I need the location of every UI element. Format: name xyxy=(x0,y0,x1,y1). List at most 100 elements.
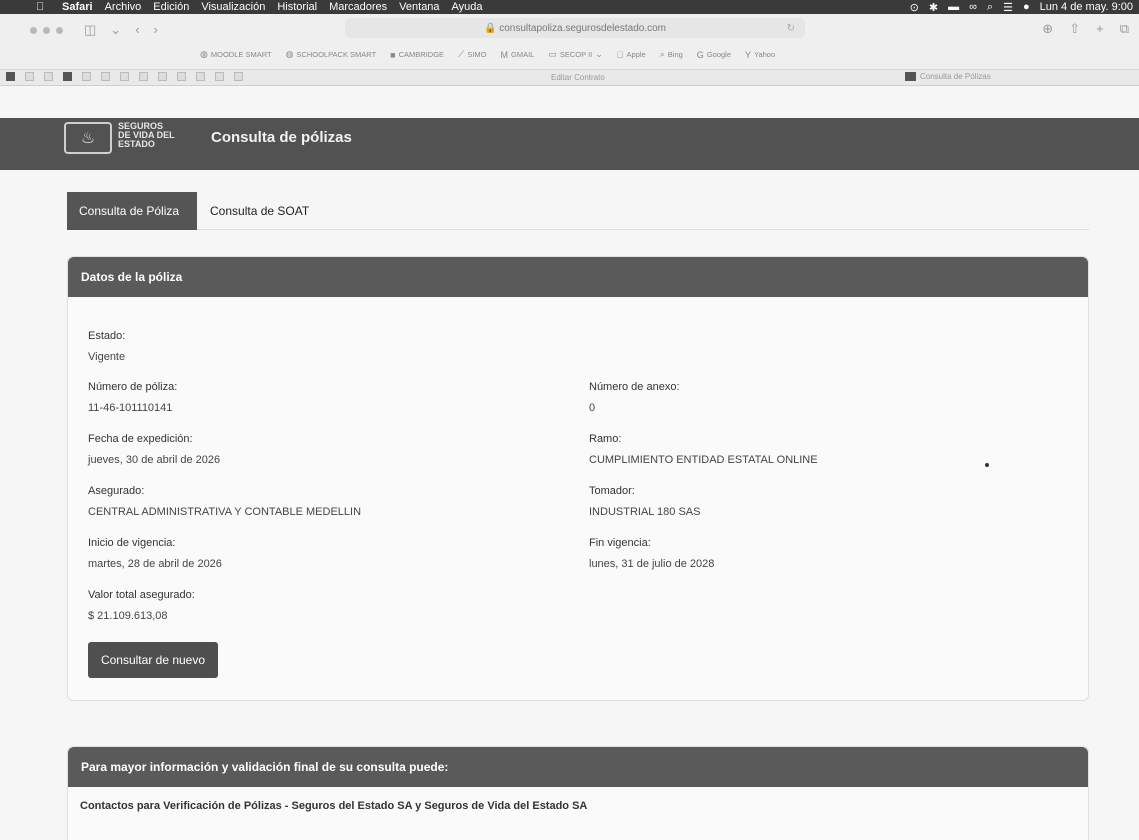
tab-editar-contrato[interactable]: Editar Contrato xyxy=(551,73,605,82)
share-icon[interactable]: ⇧ xyxy=(1069,21,1080,37)
new-tab-icon[interactable]: + xyxy=(1096,21,1104,37)
menu-ayuda[interactable]: Ayuda xyxy=(452,1,483,13)
bookmark-apple[interactable]: Apple xyxy=(617,49,646,60)
battery-icon[interactable]: ▬ xyxy=(948,1,959,13)
tomador-value: INDUSTRIAL 180 SAS xyxy=(589,506,701,518)
info-panel-header: Para mayor información y validación fina… xyxy=(68,747,1088,787)
policy-panel-header: Datos de la póliza xyxy=(68,257,1088,297)
bookmark-google[interactable]: G Google xyxy=(697,49,731,60)
google-icon: G xyxy=(690,49,704,60)
field-tomador: Tomador: INDUSTRIAL 180 SAS xyxy=(589,485,701,518)
apple-icon[interactable]:  xyxy=(36,1,50,13)
download-icon[interactable]: ⊕ xyxy=(1042,21,1053,37)
field-valor-asegurado: Valor total asegurado: $ 21.109.613,08 xyxy=(88,589,195,622)
pinned-tab[interactable] xyxy=(63,72,72,81)
chevron-down-icon: ⌄ xyxy=(595,49,603,59)
tab-overview-icon[interactable]: ⧉ xyxy=(1120,21,1129,37)
bookmark-cambridge[interactable]: ■ CAMBRIDGE xyxy=(390,49,444,60)
browser-toolbar: ◫ ⌄ ‹ › 🔒 consultapoliza.segurosdelestad… xyxy=(0,14,1139,70)
bookmark-moodle[interactable]: ◍ MOODLE SMART xyxy=(200,49,272,60)
field-asegurado: Asegurado: CENTRAL ADMINISTRATIVA Y CONT… xyxy=(88,485,362,518)
policy-details-panel: Datos de la póliza Estado: Vigente Númer… xyxy=(67,256,1089,701)
bookmark-secop[interactable]: ▭ SECOP II ⌄ xyxy=(548,49,602,60)
window-controls xyxy=(30,27,63,34)
tab-consulta-soat[interactable]: Consulta de SOAT xyxy=(198,192,324,230)
menubar-status-area: ⊙ ✱ ▬ ∞ ⌕ ☰ ● Lun 4 de may. 9:00 xyxy=(910,0,1133,14)
inicio-vigencia-value: martes, 28 de abril de 2026 xyxy=(88,558,222,570)
menu-historial[interactable]: Historial xyxy=(277,1,317,13)
menu-marcadores[interactable]: Marcadores xyxy=(329,1,387,13)
pinned-tab[interactable] xyxy=(234,72,243,81)
pinned-tab[interactable] xyxy=(215,72,224,81)
pinned-tab[interactable] xyxy=(101,72,110,81)
simo-icon: ⟋ xyxy=(458,49,465,59)
field-numero-anexo: Número de anexo: 0 xyxy=(589,381,680,414)
control-center-icon[interactable]: ☰ xyxy=(1003,1,1013,14)
asegurado-value: CENTRAL ADMINISTRATIVA Y CONTABLE MEDELL… xyxy=(88,506,362,518)
link-icon[interactable]: ∞ xyxy=(969,1,977,13)
menu-edicion[interactable]: Edición xyxy=(153,1,189,13)
tab-strip: Editar Contrato Consulta de Pólizas xyxy=(0,70,1139,86)
bluetooth-icon[interactable]: ✱ xyxy=(929,1,938,14)
ramo-value: CUMPLIMIENTO ENTIDAD ESTATAL ONLINE xyxy=(589,454,818,466)
bookmark-gmail[interactable]: M GMAIL xyxy=(501,49,535,60)
pinned-tab[interactable] xyxy=(139,72,148,81)
menu-archivo[interactable]: Archivo xyxy=(105,1,142,13)
gmail-icon: M xyxy=(500,49,509,60)
menu-ventana[interactable]: Ventana xyxy=(399,1,439,13)
menubar-clock[interactable]: Lun 4 de may. 9:00 xyxy=(1040,1,1133,13)
bookmark-simo[interactable]: ⟋ SIMO xyxy=(458,49,486,60)
pinned-tab[interactable] xyxy=(25,72,34,81)
field-fecha-expedicion: Fecha de expedición: jueves, 30 de abril… xyxy=(88,433,221,466)
pinned-tab[interactable] xyxy=(196,72,205,81)
bookmark-yahoo[interactable]: Y Yahoo xyxy=(745,49,775,60)
sidebar-icon[interactable]: ◫ xyxy=(84,22,96,38)
fecha-expedicion-value: jueves, 30 de abril de 2026 xyxy=(88,454,221,466)
bookmark-schoolpack[interactable]: ◍ SCHOOLPACK SMART xyxy=(286,49,377,60)
pinned-tab[interactable] xyxy=(44,72,53,81)
field-ramo: Ramo: CUMPLIMIENTO ENTIDAD ESTATAL ONLIN… xyxy=(589,433,818,466)
pinned-tab[interactable] xyxy=(82,72,91,81)
address-url: consultapoliza.segurosdelestado.com xyxy=(499,22,666,34)
menu-visualizacion[interactable]: Visualización xyxy=(201,1,265,13)
zoom-window-button[interactable] xyxy=(56,27,63,34)
focus-icon[interactable]: ⊙ xyxy=(910,1,919,14)
reload-icon[interactable]: ↻ xyxy=(787,23,795,34)
contacts-heading: Contactos para Verificación de Pólizas -… xyxy=(80,800,588,812)
globe-icon: ◍ xyxy=(200,49,208,59)
cursor-dot xyxy=(985,463,989,467)
valor-asegurado-value: $ 21.109.613,08 xyxy=(88,610,168,622)
numero-poliza-value: 11-46-101110141 xyxy=(88,402,173,414)
search-icon: ⌕ xyxy=(660,49,665,60)
pinned-tab[interactable] xyxy=(177,72,186,81)
bookmarks-bar: ◍ MOODLE SMART ◍ SCHOOLPACK SMART ■ CAMBRID… xyxy=(200,49,775,60)
tab-consulta-poliza[interactable]: Consulta de Póliza xyxy=(67,192,197,230)
menu-app-safari[interactable]: Safari xyxy=(62,1,93,13)
pinned-tab[interactable] xyxy=(6,72,15,81)
bookmark-bing[interactable]: ⌕ Bing xyxy=(660,49,683,60)
field-fin-vigencia: Fin vigencia: lunes, 31 de julio de 2028 xyxy=(589,537,715,570)
address-bar[interactable]: 🔒 consultapoliza.segurosdelestado.com ↻ xyxy=(345,18,805,38)
yahoo-icon: Y xyxy=(745,50,751,60)
site-header: ♨ SEGUROS DE VIDA DEL ESTADO Consulta de… xyxy=(0,118,1139,170)
pinned-tab[interactable] xyxy=(158,72,167,81)
cambridge-icon: ■ xyxy=(390,49,396,60)
back-icon[interactable]: ‹ xyxy=(135,22,139,38)
field-numero-poliza: Número de póliza: 11-46-101110141 xyxy=(88,381,178,414)
numero-anexo-value: 0 xyxy=(589,402,596,414)
toolbar-right-icons: ⊕ ⇧ + ⧉ xyxy=(1042,21,1129,37)
chevron-down-icon[interactable]: ⌄ xyxy=(110,22,121,38)
consultar-de-nuevo-button[interactable]: Consultar de nuevo xyxy=(88,642,218,678)
estado-value: Vigente xyxy=(88,351,126,363)
close-window-button[interactable] xyxy=(30,27,37,34)
forward-icon[interactable]: › xyxy=(154,22,158,38)
siri-icon[interactable]: ● xyxy=(1023,1,1030,13)
tab-consulta-polizas[interactable]: Consulta de Pólizas xyxy=(905,72,991,81)
search-icon[interactable]: ⌕ xyxy=(987,1,993,14)
query-tabs: Consulta de Póliza Consulta de SOAT xyxy=(67,192,1089,230)
pinned-tab[interactable] xyxy=(120,72,129,81)
info-panel: Para mayor información y validación fina… xyxy=(67,746,1089,840)
lamp-logo-icon[interactable]: ♨ xyxy=(64,122,112,154)
field-estado: Estado: Vigente xyxy=(88,330,126,363)
minimize-window-button[interactable] xyxy=(43,27,50,34)
